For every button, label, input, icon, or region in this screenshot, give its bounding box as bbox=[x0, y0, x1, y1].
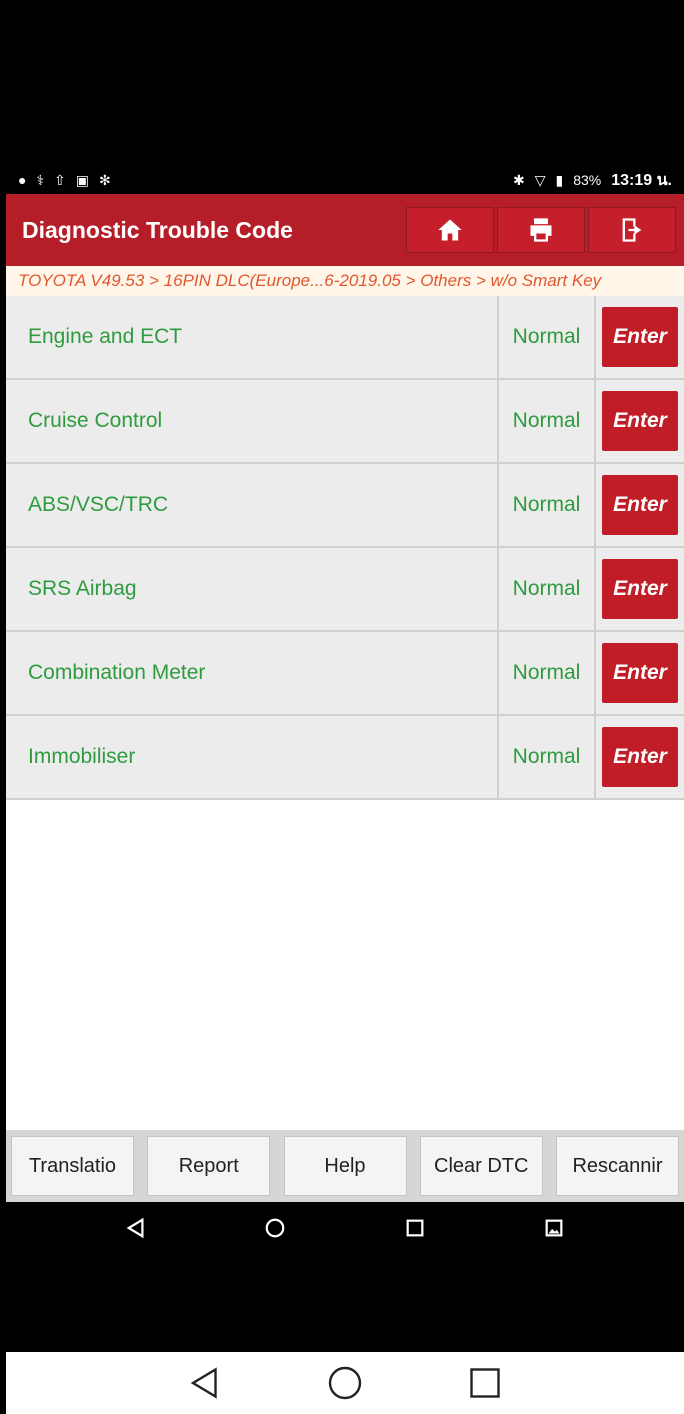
battery-level: 83% bbox=[573, 172, 602, 188]
action-cell: Enter bbox=[596, 548, 684, 630]
clock: 13:19 น. bbox=[611, 171, 672, 189]
help-button[interactable]: Help bbox=[283, 1136, 407, 1196]
translation-button[interactable]: Translatio bbox=[11, 1136, 134, 1196]
system-list: Engine and ECT Normal Enter Cruise Contr… bbox=[6, 296, 684, 1130]
list-item: Combination Meter Normal Enter bbox=[6, 632, 684, 716]
stethoscope-icon: ⚕ bbox=[36, 172, 45, 188]
system-status: Normal bbox=[499, 380, 596, 462]
back-icon[interactable] bbox=[187, 1365, 223, 1401]
breadcrumb: TOYOTA V49.53 > 16PIN DLC(Europe...6-201… bbox=[6, 266, 684, 296]
app-header: Diagnostic Trouble Code bbox=[6, 194, 684, 266]
home-button[interactable] bbox=[406, 207, 494, 253]
device-screen: ● ⚕ ⇧ ▣ ✻ ✱ ▽ ▮ 83% 13:19 น. Diagnostic … bbox=[6, 0, 684, 1414]
exit-icon bbox=[622, 218, 642, 242]
wifi-icon: ▽ bbox=[534, 172, 546, 188]
list-item: ABS/VSC/TRC Normal Enter bbox=[6, 464, 684, 548]
image-icon: ▣ bbox=[75, 172, 90, 188]
system-name: ABS/VSC/TRC bbox=[6, 464, 499, 546]
report-button[interactable]: Report bbox=[147, 1136, 271, 1196]
action-cell: Enter bbox=[596, 380, 684, 462]
system-name: Immobiliser bbox=[6, 716, 499, 798]
recents-icon[interactable] bbox=[467, 1365, 503, 1401]
system-status: Normal bbox=[499, 548, 596, 630]
system-navigation-bar bbox=[6, 1352, 684, 1414]
screenshot-icon[interactable] bbox=[543, 1217, 565, 1239]
system-name: Combination Meter bbox=[6, 632, 499, 714]
print-button[interactable] bbox=[497, 207, 585, 253]
back-icon[interactable] bbox=[125, 1217, 147, 1239]
page-title: Diagnostic Trouble Code bbox=[22, 216, 293, 243]
system-status: Normal bbox=[499, 296, 596, 378]
list-item: Immobiliser Normal Enter bbox=[6, 716, 684, 800]
upload-icon: ⇧ bbox=[54, 172, 66, 188]
chat-icon: ● bbox=[18, 172, 27, 188]
enter-button[interactable]: Enter bbox=[602, 559, 678, 619]
bluetooth-icon: ✱ bbox=[512, 172, 525, 188]
action-cell: Enter bbox=[596, 716, 684, 798]
list-item: SRS Airbag Normal Enter bbox=[6, 548, 684, 632]
status-bar-left: ● ⚕ ⇧ ▣ ✻ bbox=[18, 173, 111, 187]
recents-icon[interactable] bbox=[404, 1217, 426, 1239]
enter-button[interactable]: Enter bbox=[602, 643, 678, 703]
action-cell: Enter bbox=[596, 296, 684, 378]
home-circle-icon[interactable] bbox=[264, 1217, 286, 1239]
system-name: Engine and ECT bbox=[6, 296, 499, 378]
status-bar-right: ✱ ▽ ▮ 83% 13:19 น. bbox=[513, 168, 672, 193]
system-name: Cruise Control bbox=[6, 380, 499, 462]
action-cell: Enter bbox=[596, 464, 684, 546]
system-status: Normal bbox=[499, 632, 596, 714]
home-icon bbox=[438, 219, 462, 241]
enter-button[interactable]: Enter bbox=[602, 727, 678, 787]
action-cell: Enter bbox=[596, 632, 684, 714]
home-circle-icon[interactable] bbox=[327, 1365, 363, 1401]
enter-button[interactable]: Enter bbox=[602, 307, 678, 367]
status-bar: ● ⚕ ⇧ ▣ ✻ ✱ ▽ ▮ 83% 13:19 น. bbox=[6, 166, 684, 194]
system-status: Normal bbox=[499, 716, 596, 798]
enter-button[interactable]: Enter bbox=[602, 391, 678, 451]
print-icon bbox=[530, 218, 552, 242]
enter-button[interactable]: Enter bbox=[602, 475, 678, 535]
list-item: Engine and ECT Normal Enter bbox=[6, 296, 684, 380]
rescan-button[interactable]: Rescannir bbox=[556, 1136, 679, 1196]
clear-dtc-button[interactable]: Clear DTC bbox=[419, 1136, 543, 1196]
exit-button[interactable] bbox=[588, 207, 676, 253]
app-navigation-bar bbox=[6, 1202, 684, 1254]
list-item: Cruise Control Normal Enter bbox=[6, 380, 684, 464]
bluetooth-circle-icon: ✻ bbox=[99, 172, 111, 188]
battery-icon: ▮ bbox=[555, 172, 564, 188]
bottom-toolbar: Translatio Report Help Clear DTC Rescann… bbox=[6, 1130, 684, 1202]
system-name: SRS Airbag bbox=[6, 548, 499, 630]
system-status: Normal bbox=[499, 464, 596, 546]
